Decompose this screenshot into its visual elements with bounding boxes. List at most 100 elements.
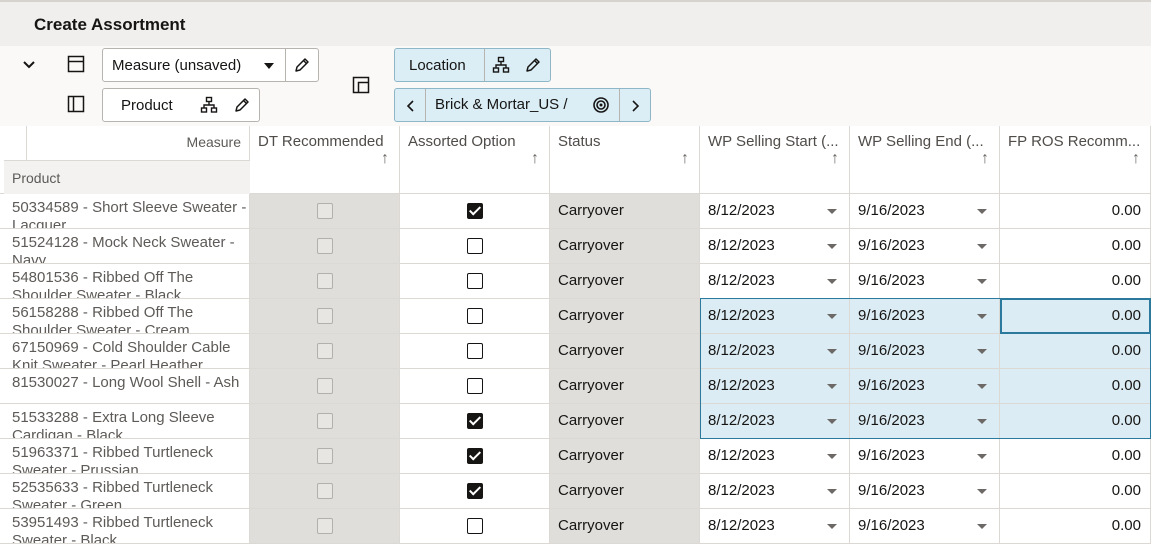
hierarchy-icon[interactable] [492,56,510,74]
caret-down-icon[interactable] [827,524,837,529]
assorted-option-checkbox[interactable] [466,518,483,534]
pencil-icon[interactable] [293,56,311,74]
caret-down-icon[interactable] [977,384,987,389]
hierarchy-icon[interactable] [200,96,218,114]
selling-start-cell[interactable]: 8/12/2023 [700,439,850,474]
selling-end-cell[interactable]: 9/16/2023 [850,299,1000,334]
selling-end-cell[interactable]: 9/16/2023 [850,369,1000,404]
product-cell[interactable]: 56158288 - Ribbed Off The Shoulder Sweat… [0,299,250,334]
assorted-option-checkbox[interactable] [466,343,483,359]
caret-down-icon[interactable] [977,349,987,354]
product-cell[interactable]: 50334589 - Short Sleeve Sweater - Lacque… [0,194,250,229]
caret-down-icon[interactable] [827,244,837,249]
selling-end-cell[interactable]: 9/16/2023 [850,229,1000,264]
assorted-option-checkbox[interactable] [466,238,483,254]
selling-end-cell[interactable]: 9/16/2023 [850,264,1000,299]
assorted-option-checkbox[interactable] [466,203,483,219]
fp-ros-cell[interactable]: 0.00 [1000,264,1151,299]
fp-ros-cell[interactable]: 0.00 [1000,439,1151,474]
caret-down-icon[interactable] [977,244,987,249]
target-icon[interactable] [592,96,610,114]
fp-ros-cell[interactable]: 0.00 [1000,299,1151,334]
chevron-right-icon[interactable] [629,99,641,113]
sort-ascending-icon[interactable]: ↑ [381,150,389,168]
column-header-wp-selling-start[interactable]: WP Selling Start (... ↑ [700,126,850,194]
location-dimension-button[interactable]: Location [394,48,551,82]
selling-start-cell[interactable]: 8/12/2023 [700,299,850,334]
pencil-icon[interactable] [233,96,251,114]
fp-ros-cell[interactable]: 0.00 [1000,334,1151,369]
caret-down-icon[interactable] [977,314,987,319]
assorted-option-checkbox[interactable] [466,448,483,464]
selling-start-cell[interactable]: 8/12/2023 [700,509,850,544]
fp-ros-cell[interactable]: 0.00 [1000,509,1151,544]
product-cell[interactable]: 51524128 - Mock Neck Sweater - Navy [0,229,250,264]
pencil-icon[interactable] [524,56,542,74]
column-header-dt-recommended[interactable]: DT Recommended ↑ [250,126,400,194]
selling-start-cell[interactable]: 8/12/2023 [700,334,850,369]
caret-down-icon[interactable] [977,489,987,494]
selling-end-cell[interactable]: 9/16/2023 [850,509,1000,544]
fp-ros-cell[interactable]: 0.00 [1000,404,1151,439]
sort-ascending-icon[interactable]: ↑ [1132,150,1140,168]
product-dimension-button[interactable]: Product [102,88,260,122]
product-cell[interactable]: 51963371 - Ribbed Turtleneck Sweater - P… [0,439,250,474]
product-cell[interactable]: 81530027 - Long Wool Shell - Ash [0,369,250,404]
selling-start-cell[interactable]: 8/12/2023 [700,474,850,509]
caret-down-icon[interactable] [977,524,987,529]
status-value: Carryover [558,237,624,254]
sort-ascending-icon[interactable]: ↑ [831,150,839,168]
selling-end-value: 9/16/2023 [858,202,925,219]
caret-down-icon[interactable] [827,279,837,284]
fp-ros-cell[interactable]: 0.00 [1000,194,1151,229]
selling-start-cell[interactable]: 8/12/2023 [700,369,850,404]
selling-start-cell[interactable]: 8/12/2023 [700,404,850,439]
caret-down-icon[interactable] [827,384,837,389]
product-cell[interactable]: 51533288 - Extra Long Sleeve Cardigan - … [0,404,250,439]
caret-down-icon[interactable] [977,419,987,424]
fp-ros-cell[interactable]: 0.00 [1000,369,1151,404]
columns-layout-icon[interactable] [67,95,85,113]
fp-ros-cell[interactable]: 0.00 [1000,229,1151,264]
caret-down-icon[interactable] [827,419,837,424]
chevron-left-icon[interactable] [405,99,417,113]
column-header-status[interactable]: Status ↑ [550,126,700,194]
rows-layout-icon[interactable] [67,55,85,73]
product-cell[interactable]: 53951493 - Ribbed Turtleneck Sweater - B… [0,509,250,544]
selling-start-cell[interactable]: 8/12/2023 [700,264,850,299]
column-header-fp-ros-recommended[interactable]: FP ROS Recomm... ↑ [1000,126,1151,194]
product-cell[interactable]: 67150969 - Cold Shoulder Cable Knit Swea… [0,334,250,369]
breadcrumb-label[interactable]: Brick & Mortar_US / [435,96,568,113]
selling-end-cell[interactable]: 9/16/2023 [850,439,1000,474]
caret-down-icon[interactable] [827,209,837,214]
assorted-option-checkbox[interactable] [466,308,483,324]
selling-end-cell[interactable]: 9/16/2023 [850,334,1000,369]
selling-end-cell[interactable]: 9/16/2023 [850,474,1000,509]
pivot-icon[interactable] [352,76,370,94]
caret-down-icon[interactable] [977,279,987,284]
selling-start-cell[interactable]: 8/12/2023 [700,194,850,229]
caret-down-icon[interactable] [977,454,987,459]
fp-ros-cell[interactable]: 0.00 [1000,474,1151,509]
column-header-assorted-option[interactable]: Assorted Option ↑ [400,126,550,194]
caret-down-icon[interactable] [827,454,837,459]
sort-ascending-icon[interactable]: ↑ [681,150,689,168]
assorted-option-checkbox[interactable] [466,483,483,499]
assorted-option-checkbox[interactable] [466,273,483,289]
product-cell[interactable]: 54801536 - Ribbed Off The Shoulder Sweat… [0,264,250,299]
chevron-down-icon[interactable] [22,58,36,72]
product-cell[interactable]: 52535633 - Ribbed Turtleneck Sweater - G… [0,474,250,509]
measure-dropdown[interactable]: Measure (unsaved) [102,48,319,82]
selling-end-cell[interactable]: 9/16/2023 [850,194,1000,229]
caret-down-icon[interactable] [827,489,837,494]
column-header-wp-selling-end[interactable]: WP Selling End (... ↑ [850,126,1000,194]
sort-ascending-icon[interactable]: ↑ [531,150,539,168]
selling-end-cell[interactable]: 9/16/2023 [850,404,1000,439]
caret-down-icon[interactable] [827,314,837,319]
sort-ascending-icon[interactable]: ↑ [981,150,989,168]
selling-start-cell[interactable]: 8/12/2023 [700,229,850,264]
assorted-option-checkbox[interactable] [466,378,483,394]
caret-down-icon[interactable] [827,349,837,354]
caret-down-icon[interactable] [977,209,987,214]
assorted-option-checkbox[interactable] [466,413,483,429]
